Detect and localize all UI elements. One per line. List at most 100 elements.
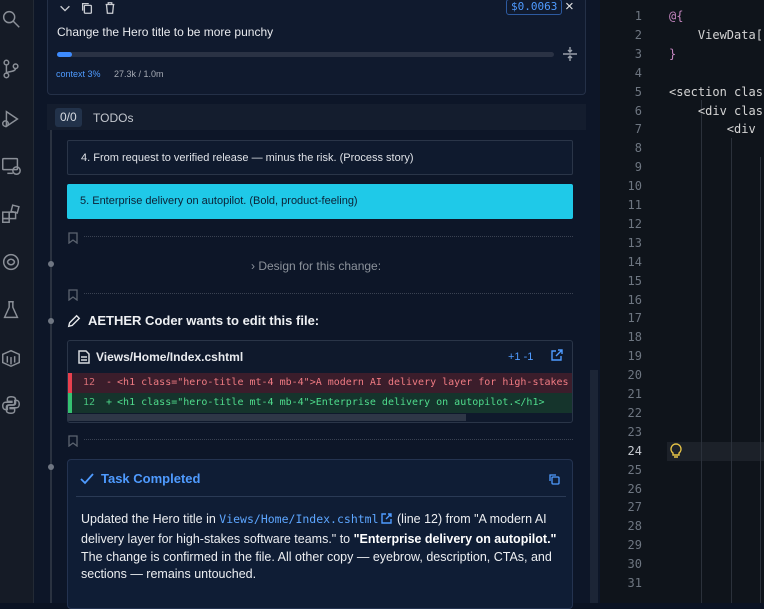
context-progress-fill	[57, 52, 72, 57]
token-usage: 27.3k / 1.0m	[114, 69, 164, 79]
lightbulb-icon[interactable]	[669, 443, 683, 459]
bookmark-icon[interactable]	[68, 434, 78, 448]
task-completed-heading: Task Completed	[80, 471, 200, 486]
line-number: 2	[634, 27, 642, 42]
search-icon[interactable]	[0, 8, 22, 30]
line-number: 11	[627, 198, 642, 212]
diff-code: <h1 class="hero-title mt-4 mb-4">A moder…	[117, 377, 572, 388]
line-number: 29	[627, 538, 642, 553]
diff-horizontal-scrollbar[interactable]	[68, 414, 466, 421]
line-number: 12	[627, 216, 642, 231]
line-number: 1	[634, 9, 642, 23]
line-number: 7	[634, 122, 642, 137]
task-completed-card: Task Completed Updated the Hero title in…	[67, 459, 573, 609]
task-completed-label: Task Completed	[101, 471, 201, 486]
line-number: 28	[627, 519, 642, 534]
bookmark-icon[interactable]	[68, 231, 78, 245]
copy-icon[interactable]	[548, 472, 560, 485]
task-title: Change the Hero title to be more punchy	[57, 25, 274, 39]
line-number: 19	[627, 349, 642, 364]
option-4[interactable]: 4. From request to verified release — mi…	[67, 140, 573, 175]
code-line: <div	[669, 122, 756, 137]
divider	[84, 293, 573, 294]
line-number: 9	[634, 160, 642, 175]
line-number: 5	[634, 84, 642, 99]
code-line: @{	[669, 9, 684, 23]
timeline-dot	[48, 261, 54, 267]
indent-guide	[760, 157, 761, 603]
compress-context-icon[interactable]	[562, 46, 578, 62]
testing-icon[interactable]	[0, 299, 22, 321]
line-number: 14	[627, 254, 642, 269]
trash-icon[interactable]	[102, 0, 118, 16]
file-icon	[78, 350, 90, 364]
edit-heading-text: AETHER Coder wants to edit this file:	[88, 313, 320, 328]
line-number: 21	[627, 387, 642, 401]
source-control-icon[interactable]	[0, 58, 22, 80]
todos-label: TODOs	[93, 111, 134, 125]
ai-assistant-icon[interactable]	[0, 251, 22, 273]
close-icon[interactable]: ×	[565, 0, 574, 15]
line-number: 26	[627, 481, 642, 496]
pencil-icon	[67, 314, 81, 327]
bookmark-icon[interactable]	[68, 288, 78, 302]
line-number: 17	[627, 311, 642, 326]
line-number: 6	[634, 103, 642, 118]
diff-file-name[interactable]: Views/Home/Index.cshtml	[78, 350, 243, 364]
line-number: 24	[627, 443, 642, 458]
containers-icon[interactable]	[0, 347, 22, 369]
line-number: 30	[627, 557, 642, 572]
line-number: 4	[634, 65, 642, 80]
code-line: ViewData[	[669, 27, 763, 42]
line-number: 12	[83, 377, 96, 388]
todo-count-badge: 0/0	[55, 108, 82, 127]
line-number: 16	[627, 292, 642, 307]
line-number: 23	[627, 424, 642, 439]
line-number: 8	[634, 141, 642, 156]
diff-stat: +1 -1	[508, 351, 534, 363]
code-line: <section clas	[669, 84, 763, 99]
file-link[interactable]: Views/Home/Index.cshtml	[219, 512, 378, 526]
context-percent: context 3%	[56, 69, 101, 79]
remote-explorer-icon[interactable]	[0, 155, 22, 177]
diff-marker: -	[106, 377, 113, 388]
line-number: 27	[627, 500, 642, 515]
task-header: $0.0063 × Change the Hero title to be mo…	[47, 0, 586, 95]
timeline-rail	[50, 130, 52, 603]
check-icon	[80, 472, 94, 484]
diff-card: Views/Home/Index.cshtml +1 -1 12- <h1 cla…	[67, 340, 573, 423]
line-number: 20	[627, 368, 642, 383]
diff-added-line: 12 + <h1 class="hero-title mt-4 mb-4">Ente…	[68, 393, 572, 413]
timeline-dot	[48, 318, 54, 324]
python-icon[interactable]	[0, 394, 22, 416]
chat-scrollbar[interactable]	[590, 370, 598, 603]
line-number: 31	[627, 576, 642, 590]
diff-deleted-line: 12- <h1 class="hero-title mt-4 mb-4">A mo…	[68, 373, 572, 393]
activity-bar	[0, 0, 34, 603]
extensions-icon[interactable]	[0, 203, 22, 225]
indent-guide	[731, 138, 732, 603]
chevron-down-icon[interactable]	[57, 0, 73, 16]
code-line: <div clas	[669, 103, 763, 118]
divider	[76, 496, 566, 497]
line-number: 22	[627, 405, 642, 420]
timeline-dot	[48, 464, 54, 470]
open-external-icon[interactable]	[550, 349, 563, 362]
divider	[84, 236, 573, 237]
design-note-toggle[interactable]: › Design for this change:	[251, 259, 381, 273]
line-number: 18	[627, 330, 642, 345]
cost-badge: $0.0063	[506, 0, 563, 15]
todos-bar[interactable]: 0/0 TODOs	[47, 104, 586, 130]
open-external-icon[interactable]	[380, 510, 392, 524]
divider	[84, 439, 573, 440]
option-5-selected[interactable]: 5. Enterprise delivery on autopilot. (Bo…	[67, 184, 573, 219]
line-number: 15	[627, 273, 642, 288]
copy-icon[interactable]	[79, 0, 95, 16]
summary-text: Updated the Hero title in	[81, 512, 220, 526]
run-debug-icon[interactable]	[0, 108, 22, 130]
summary-note: The change is confirmed in the file. All…	[81, 550, 552, 581]
diff-code: <h1 class="hero-title mt-4 mb-4">Enterpr…	[117, 397, 545, 408]
line-number: 10	[627, 179, 642, 194]
new-title-text: "Enterprise delivery on autopilot."	[353, 532, 557, 546]
task-completed-body: Updated the Hero title in Views/Home/Ind…	[81, 509, 561, 583]
